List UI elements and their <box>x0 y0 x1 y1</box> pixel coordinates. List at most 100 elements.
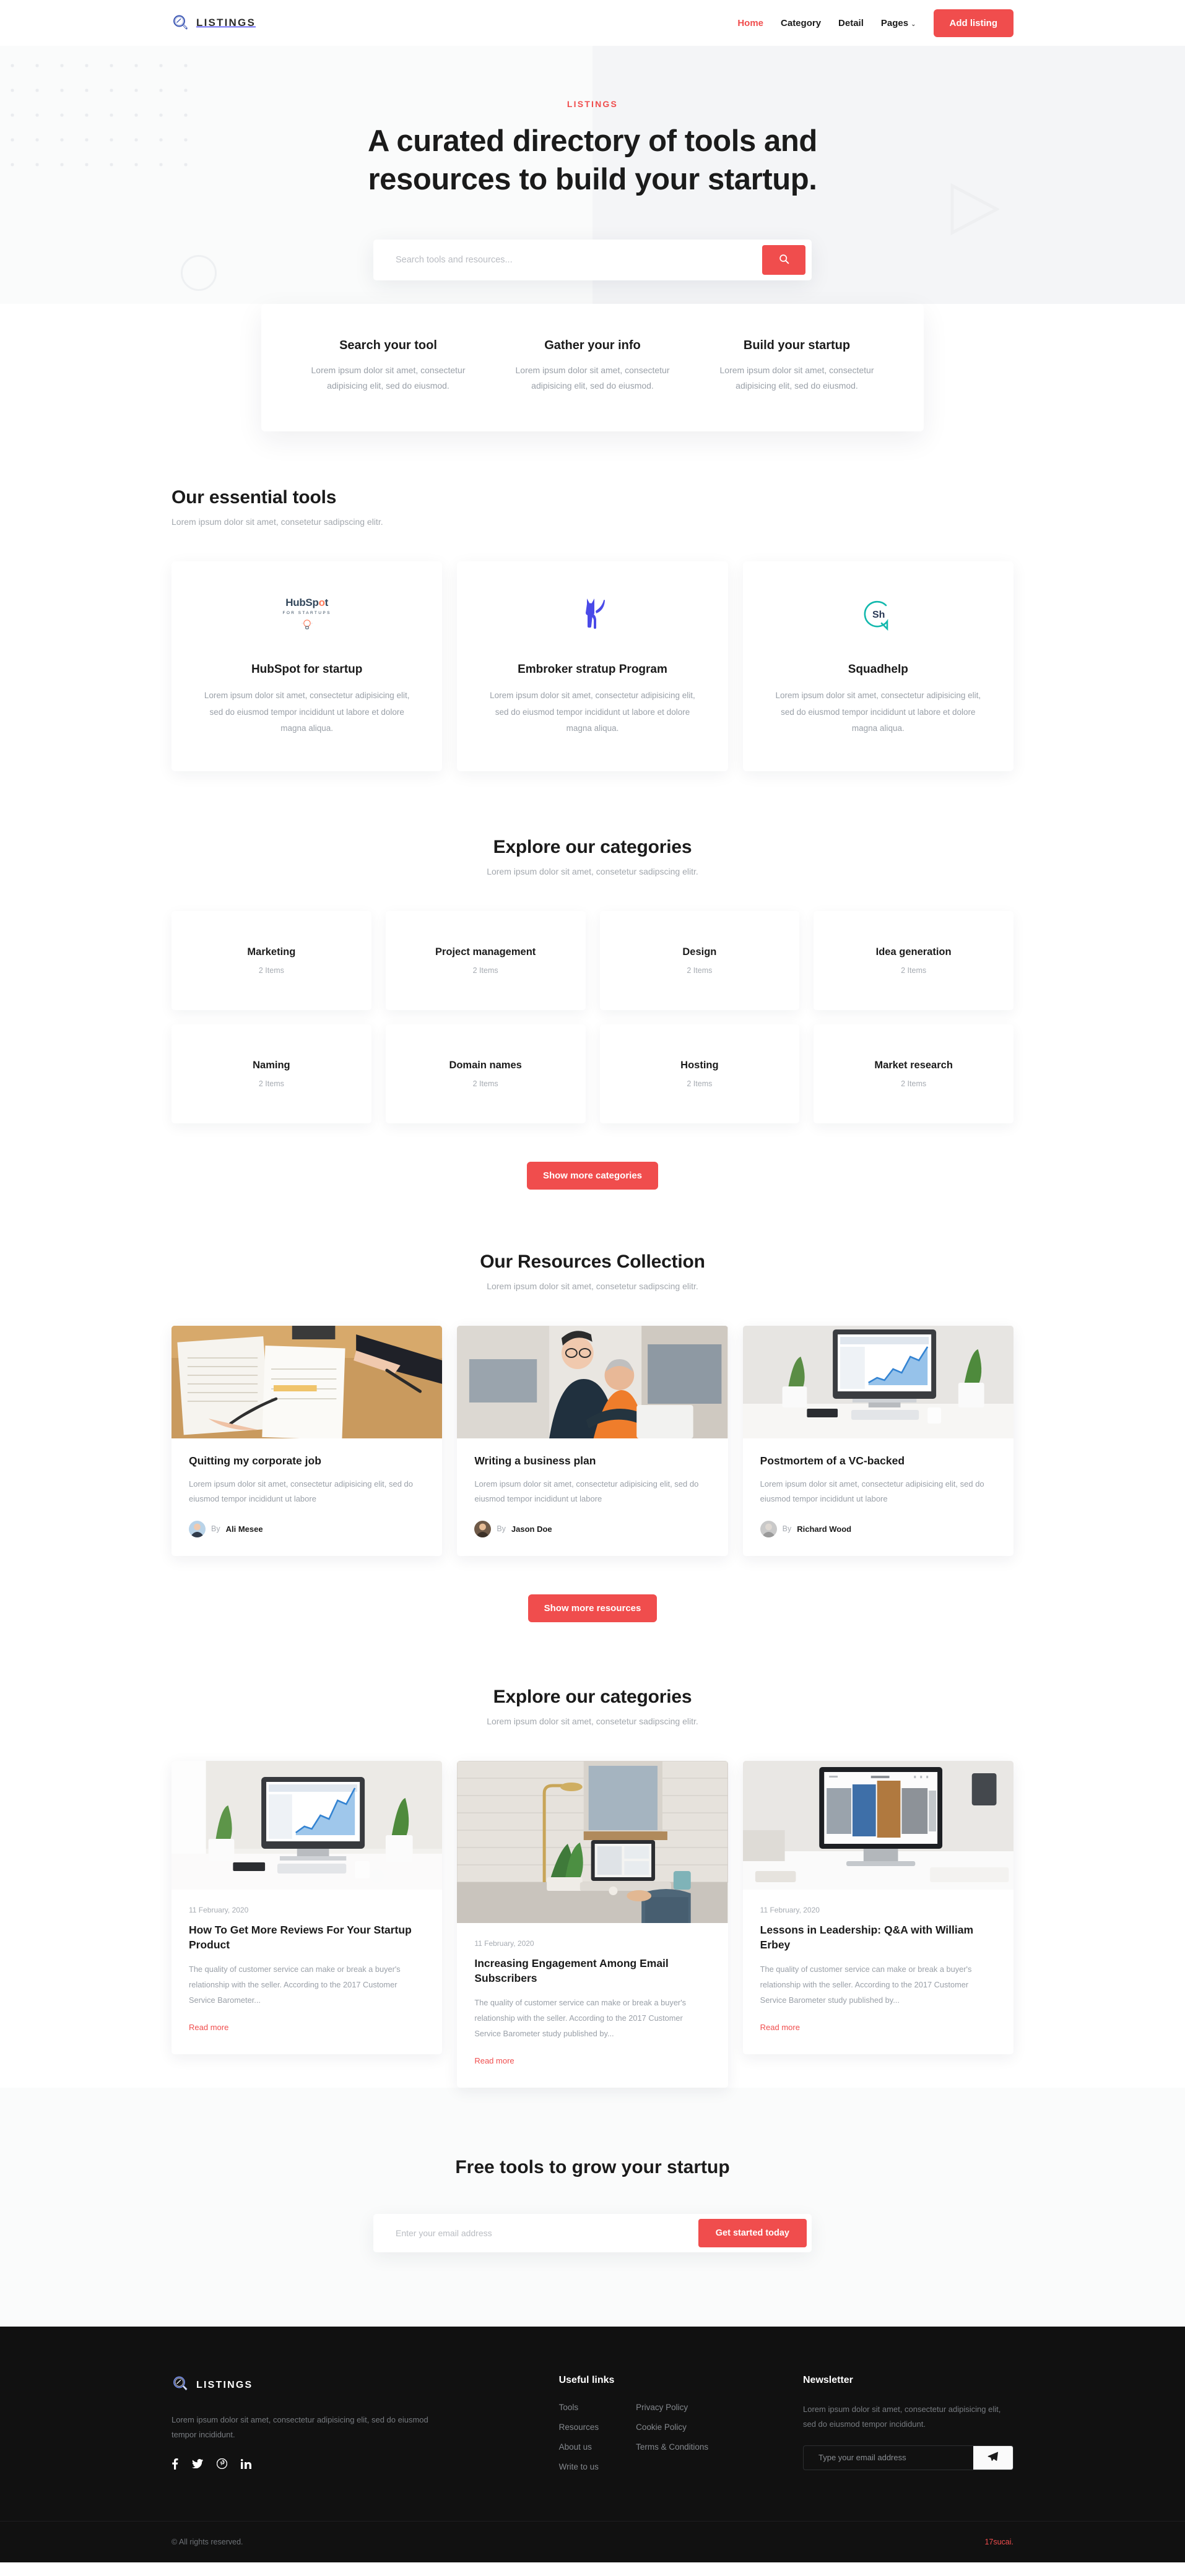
author-name: Richard Wood <box>797 1524 852 1534</box>
footer-link-terms-conditions[interactable]: Terms & Conditions <box>636 2442 708 2452</box>
category-card[interactable]: Naming 2 Items <box>171 1024 371 1124</box>
step-description: Lorem ipsum dolor sit amet, consectetur … <box>311 365 466 391</box>
resource-card[interactable]: Postmortem of a VC-backed Lorem ipsum do… <box>742 1326 1014 1556</box>
footer-description: Lorem ipsum dolor sit amet, consectetur … <box>171 2414 428 2439</box>
nav-link-pages-label: Pages <box>880 17 909 28</box>
footer-link-privacy-policy[interactable]: Privacy Policy <box>636 2403 688 2412</box>
show-more-categories-button[interactable]: Show more categories <box>526 1162 659 1190</box>
nav-link-category[interactable]: Category <box>781 18 821 28</box>
tool-card[interactable]: Sh Squadhelp Lorem ipsum dolor sit amet,… <box>742 561 1014 772</box>
logo-text: LISTINGS <box>196 17 256 28</box>
footer-links-list-1: Tools Resources About us Write to us <box>559 2402 599 2481</box>
blog-card[interactable]: 11 February, 2020 Lessons in Leadership:… <box>742 1760 1014 2054</box>
author-name: Jason Doe <box>511 1524 552 1534</box>
blog-date: 11 February, 2020 <box>760 1905 820 1914</box>
footer-logo-text: LISTINGS <box>196 2380 253 2391</box>
search-input[interactable] <box>373 255 762 266</box>
category-card[interactable]: Marketing 2 Items <box>171 911 371 1011</box>
site-footer: LISTINGS Lorem ipsum dolor sit amet, con… <box>0 2326 1185 2562</box>
blog-date: 11 February, 2020 <box>474 1938 534 1948</box>
cta-email-input[interactable] <box>373 2228 698 2238</box>
category-card[interactable]: Design 2 Items <box>599 911 800 1011</box>
category-card[interactable]: Hosting 2 Items <box>599 1024 800 1124</box>
cta-title: Free tools to grow your startup <box>455 2156 730 2177</box>
hero-eyebrow: LISTINGS <box>566 99 619 109</box>
imac-desk-chart-photo <box>742 1326 1014 1439</box>
section-subtitle: Lorem ipsum dolor sit amet, consetetur s… <box>171 517 383 527</box>
step-description: Lorem ipsum dolor sit amet, consectetur … <box>719 365 874 391</box>
tool-description: Lorem ipsum dolor sit amet, consectetur … <box>775 691 981 733</box>
tool-card[interactable]: HubSpot FOR STARTUPS HubSpot for startup… <box>171 561 443 772</box>
category-name: Naming <box>253 1060 290 1071</box>
show-more-resources-button[interactable]: Show more resources <box>527 1594 658 1622</box>
author-prefix: By <box>782 1524 792 1533</box>
step-title: Gather your info <box>544 339 641 353</box>
nav-link-pages[interactable]: Pages ⌄ <box>881 18 916 28</box>
footer-links-title: Useful links <box>558 2374 615 2385</box>
pinterest-icon[interactable] <box>217 2458 227 2470</box>
svg-text:Sh: Sh <box>872 610 885 620</box>
credit-link[interactable]: 17sucai. <box>984 2538 1014 2546</box>
paper-plane-icon <box>987 2452 999 2464</box>
hero-title: A curated directory of tools and resourc… <box>363 123 822 199</box>
logo[interactable]: LISTINGS <box>171 14 256 32</box>
get-started-button[interactable]: Get started today <box>698 2218 807 2247</box>
avatar <box>760 1520 777 1537</box>
twitter-icon[interactable] <box>192 2459 203 2469</box>
imac-gallery-screen-photo <box>742 1760 1014 1890</box>
footer-link-tools[interactable]: Tools <box>559 2403 579 2412</box>
footer-email-input[interactable] <box>803 2445 973 2470</box>
footer-bottom-bar: © All rights reserved. 17sucai. <box>0 2520 1185 2562</box>
category-card[interactable]: Project management 2 Items <box>385 911 586 1011</box>
section-subtitle: Lorem ipsum dolor sit amet, consetetur s… <box>487 1716 698 1726</box>
category-card[interactable]: Domain names 2 Items <box>385 1024 586 1124</box>
step-card: Build your startup Lorem ipsum dolor sit… <box>695 339 899 393</box>
step-description: Lorem ipsum dolor sit amet, consectetur … <box>515 365 670 391</box>
blog-card[interactable]: 11 February, 2020 How To Get More Review… <box>171 1760 443 2054</box>
read-more-link[interactable]: Read more <box>189 2023 228 2032</box>
resource-title: Postmortem of a VC-backed <box>760 1454 905 1467</box>
footer-links-list-2: Privacy Policy Cookie Policy Terms & Con… <box>636 2402 708 2481</box>
blog-title: Increasing Engagement Among Email Subscr… <box>474 1956 669 1984</box>
footer-logo[interactable]: LISTINGS <box>171 2375 503 2397</box>
step-card: Search your tool Lorem ipsum dolor sit a… <box>286 339 490 393</box>
category-card[interactable]: Market research 2 Items <box>814 1024 1014 1124</box>
hero-search-bar <box>373 240 812 281</box>
tool-card[interactable]: Embroker stratup Program Lorem ipsum dol… <box>457 561 728 772</box>
site-header: LISTINGS Home Category Detail Pages ⌄ Add… <box>0 0 1185 46</box>
section-header: Explore our categories Lorem ipsum dolor… <box>171 1687 1014 1726</box>
category-name: Idea generation <box>875 946 952 958</box>
read-more-link[interactable]: Read more <box>474 2056 514 2065</box>
category-count: 2 Items <box>258 966 284 975</box>
nav-link-home[interactable]: Home <box>737 18 763 28</box>
footer-link-about-us[interactable]: About us <box>559 2442 592 2452</box>
tool-name: Squadhelp <box>848 663 908 676</box>
footer-newsletter-form <box>802 2445 1014 2470</box>
category-card[interactable]: Idea generation 2 Items <box>814 911 1014 1011</box>
blog-section: Explore our categories Lorem ipsum dolor… <box>0 1622 1185 2088</box>
resource-description: Lorem ipsum dolor sit amet, consectetur … <box>474 1479 699 1504</box>
author-name: Ali Mesee <box>225 1524 263 1534</box>
category-count: 2 Items <box>472 966 498 975</box>
resource-card[interactable]: Writing a business plan Lorem ipsum dolo… <box>457 1326 728 1556</box>
footer-subscribe-button[interactable] <box>973 2445 1013 2470</box>
facebook-icon[interactable] <box>171 2458 178 2470</box>
nav-link-detail[interactable]: Detail <box>838 18 864 28</box>
resource-author: By Ali Mesee <box>189 1520 425 1537</box>
imac-plants-desk-photo <box>171 1760 443 1890</box>
category-name: Market research <box>874 1060 953 1071</box>
footer-link-write-to-us[interactable]: Write to us <box>559 2462 599 2471</box>
category-count: 2 Items <box>472 1079 498 1089</box>
footer-link-cookie-policy[interactable]: Cookie Policy <box>636 2423 687 2432</box>
resource-author: By Richard Wood <box>760 1520 996 1537</box>
blog-card[interactable]: 11 February, 2020 Increasing Engagement … <box>457 1760 728 2088</box>
read-more-link[interactable]: Read more <box>760 2023 800 2032</box>
section-header: Our essential tools Lorem ipsum dolor si… <box>171 487 1014 527</box>
section-subtitle: Lorem ipsum dolor sit amet, consetetur s… <box>487 1281 698 1292</box>
category-count: 2 Items <box>258 1079 284 1089</box>
footer-link-resources[interactable]: Resources <box>559 2423 599 2432</box>
add-listing-button[interactable]: Add listing <box>933 9 1014 37</box>
search-submit-button[interactable] <box>762 245 805 275</box>
resource-card[interactable]: Quitting my corporate job Lorem ipsum do… <box>171 1326 443 1556</box>
linkedin-icon[interactable] <box>241 2458 251 2469</box>
